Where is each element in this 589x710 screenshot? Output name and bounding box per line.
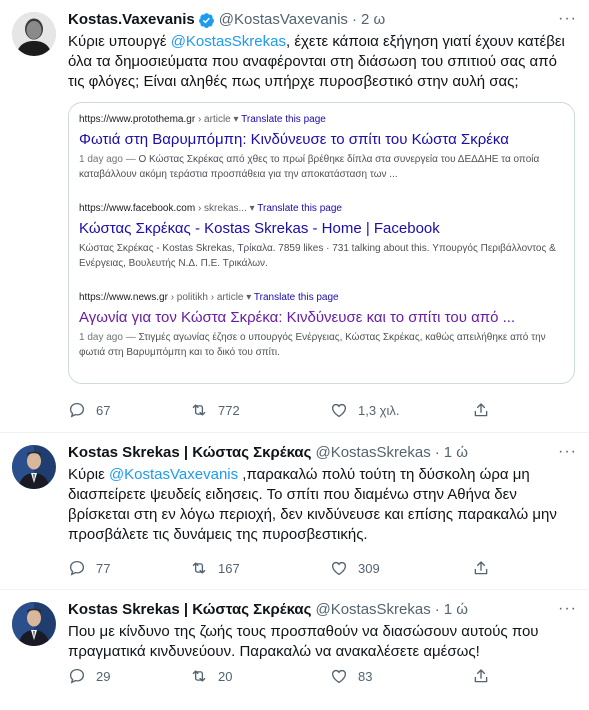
share-button[interactable] bbox=[472, 667, 490, 685]
reply-button[interactable]: 77 bbox=[68, 559, 110, 577]
search-result: https://www.news.gr › politikh › article… bbox=[79, 291, 564, 360]
reply-icon bbox=[69, 668, 85, 684]
result-title: Αγωνία για τον Κώστα Σκρέκα: Κινδύνευσε … bbox=[79, 309, 516, 326]
result-path: › skrekas... bbox=[195, 203, 247, 214]
heart-icon bbox=[331, 669, 347, 684]
retweet-button[interactable]: 20 bbox=[190, 667, 232, 685]
display-name[interactable]: Kostas.Vaxevanis bbox=[68, 10, 195, 30]
tweet-text: Που με κίνδυνο της ζωής τους προσπαθούν … bbox=[68, 623, 539, 660]
heart-icon bbox=[331, 561, 347, 576]
reply-count: 77 bbox=[96, 560, 111, 576]
share-button[interactable] bbox=[472, 401, 490, 419]
like-button[interactable]: 309 bbox=[330, 559, 380, 577]
screenshot-card[interactable]: https://www.protothema.gr › article ▾ Tr… bbox=[68, 102, 575, 384]
handle[interactable]: @KostasSkrekas bbox=[315, 600, 430, 620]
dropdown-arrow-icon: ▾ bbox=[233, 114, 239, 125]
mention-link[interactable]: @KostasSkrekas bbox=[171, 33, 286, 50]
result-url: https://www.news.gr › politikh › article… bbox=[79, 291, 564, 305]
result-url: https://www.protothema.gr › article ▾ Tr… bbox=[79, 113, 564, 127]
like-button[interactable]: 1,3 χιλ. bbox=[330, 401, 400, 419]
result-domain: https://www.news.gr bbox=[79, 292, 168, 303]
handle[interactable]: @KostasVaxevanis bbox=[219, 10, 348, 30]
avatar[interactable] bbox=[12, 12, 56, 56]
share-button[interactable] bbox=[472, 559, 490, 577]
tweet-header: Kostas.Vaxevanis @KostasVaxevanis · 2 ω bbox=[68, 10, 575, 30]
search-result: https://www.protothema.gr › article ▾ Tr… bbox=[79, 113, 564, 182]
more-icon[interactable]: ··· bbox=[558, 443, 577, 461]
timestamp[interactable]: 1 ώ bbox=[444, 600, 468, 620]
tweet-header: Kostas Skrekas | Κώστας Σκρέκας @KostasS… bbox=[68, 600, 575, 620]
like-button[interactable]: 83 bbox=[330, 667, 372, 685]
tweet-actions: 67 772 1,3 χιλ. bbox=[68, 400, 488, 420]
heart-icon bbox=[331, 403, 347, 418]
translate-link: Translate this page bbox=[253, 292, 339, 303]
share-icon bbox=[474, 669, 488, 683]
result-domain: https://www.facebook.com bbox=[79, 203, 196, 214]
more-icon[interactable]: ··· bbox=[558, 600, 577, 618]
timestamp[interactable]: 2 ω bbox=[361, 10, 385, 30]
retweet-icon bbox=[192, 670, 206, 682]
result-path: › article bbox=[195, 114, 231, 125]
result-snippet: 1 day ago — Στιγμές αγωνίας έζησε ο υπου… bbox=[79, 330, 564, 360]
separator-dot: · bbox=[351, 11, 357, 28]
result-snippet-text: Ο Κώστας Σκρέκας από χθες το πρωί βρέθηκ… bbox=[79, 154, 540, 180]
tweet-header: Kostas Skrekas | Κώστας Σκρέκας @KostasS… bbox=[68, 443, 575, 463]
retweet-button[interactable]: 167 bbox=[190, 559, 240, 577]
retweet-count: 772 bbox=[218, 402, 240, 418]
result-date: 1 day ago — bbox=[79, 154, 136, 165]
like-count: 1,3 χιλ. bbox=[358, 402, 400, 418]
reply-button[interactable]: 67 bbox=[68, 401, 110, 419]
tweet-actions: 29 20 83 bbox=[68, 666, 488, 686]
retweet-count: 20 bbox=[218, 668, 233, 684]
like-count: 309 bbox=[358, 560, 380, 576]
dropdown-arrow-icon: ▾ bbox=[249, 203, 255, 214]
result-title: Κώστας Σκρέκας - Kostas Skrekas - Home |… bbox=[79, 220, 440, 237]
more-icon[interactable]: ··· bbox=[558, 10, 577, 28]
reply-button[interactable]: 29 bbox=[68, 667, 110, 685]
result-snippet: Κώστας Σκρέκας - Kostas Skrekas, Τρίκαλα… bbox=[79, 241, 564, 271]
display-name[interactable]: Kostas Skrekas | Κώστας Σκρέκας bbox=[68, 443, 311, 463]
tweet-actions: 77 167 309 bbox=[68, 558, 488, 578]
tweet[interactable]: Kostas.Vaxevanis @KostasVaxevanis · 2 ω … bbox=[0, 0, 589, 433]
reply-count: 29 bbox=[96, 668, 111, 684]
translate-link: Translate this page bbox=[257, 203, 342, 214]
timestamp[interactable]: 1 ώ bbox=[444, 443, 468, 463]
retweet-icon bbox=[192, 562, 206, 574]
tweet[interactable]: Kostas Skrekas | Κώστας Σκρέκας @KostasS… bbox=[0, 590, 589, 710]
tweet-text-part: Κύριε υπουργέ bbox=[68, 33, 171, 50]
avatar[interactable] bbox=[12, 445, 56, 489]
mention-link[interactable]: @KostasVaxevanis bbox=[109, 466, 238, 483]
share-icon bbox=[474, 403, 488, 417]
result-domain: https://www.protothema.gr bbox=[79, 114, 196, 125]
result-snippet-text: Στιγμές αγωνίας έζησε ο υπουργός Ενέργει… bbox=[79, 332, 546, 358]
reply-icon bbox=[69, 402, 85, 418]
result-path: › politikh › article bbox=[167, 292, 244, 303]
result-date: 1 day ago — bbox=[79, 332, 136, 343]
tweet-text: Κύριε υπουργέ @KostasSkrekas, έχετε κάπο… bbox=[68, 32, 575, 92]
verified-badge-icon bbox=[198, 12, 214, 28]
retweet-button[interactable]: 772 bbox=[190, 401, 240, 419]
result-snippet-text: Κώστας Σκρέκας - Kostas Skrekas, Τρίκαλα… bbox=[79, 243, 556, 269]
display-name[interactable]: Kostas Skrekas | Κώστας Σκρέκας bbox=[68, 600, 311, 620]
share-icon bbox=[474, 561, 488, 575]
result-snippet: 1 day ago — Ο Κώστας Σκρέκας από χθες το… bbox=[79, 152, 564, 182]
tweet-text-part: Κύριε bbox=[68, 466, 109, 483]
retweet-icon bbox=[192, 404, 206, 416]
separator-dot: · bbox=[434, 601, 440, 618]
handle[interactable]: @KostasSkrekas bbox=[315, 443, 430, 463]
avatar[interactable] bbox=[12, 602, 56, 646]
reply-count: 67 bbox=[96, 402, 111, 418]
search-result: https://www.facebook.com › skrekas... ▾ … bbox=[79, 202, 564, 271]
result-url: https://www.facebook.com › skrekas... ▾ … bbox=[79, 202, 564, 216]
result-title: Φωτιά στη Βαρυμπόμπη: Κινδύνευσε το σπίτ… bbox=[79, 131, 509, 148]
retweet-count: 167 bbox=[218, 560, 240, 576]
reply-icon bbox=[69, 560, 85, 576]
translate-link: Translate this page bbox=[241, 114, 326, 125]
separator-dot: · bbox=[434, 444, 440, 461]
tweet[interactable]: Kostas Skrekas | Κώστας Σκρέκας @KostasS… bbox=[0, 433, 589, 590]
tweet-text: Κύριε @KostasVaxevanis ,παρακαλώ πολύ το… bbox=[68, 465, 575, 545]
dropdown-arrow-icon: ▾ bbox=[246, 292, 252, 303]
like-count: 83 bbox=[358, 668, 373, 684]
